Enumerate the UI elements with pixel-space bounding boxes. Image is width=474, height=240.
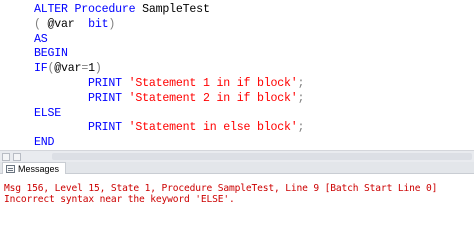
code-token: 'Statement 2 in if block' [128, 91, 298, 105]
code-line: BEGIN [34, 46, 68, 61]
code-line: END [34, 135, 54, 150]
results-tabstrip: Messages [0, 162, 474, 174]
query-editor[interactable]: ALTER Procedure SampleTest( @var bit) AS B… [0, 0, 474, 150]
error-message-line-1: Msg 156, Level 15, State 1, Procedure Sa… [4, 183, 438, 194]
code-token: 'Statement in else block' [128, 121, 298, 135]
code-token: END [34, 136, 55, 150]
code-token: IF [34, 62, 48, 76]
code-token: PRINT [34, 77, 129, 90]
code-line: ELSE [34, 106, 61, 121]
code-line: ( @var bit) [34, 17, 115, 32]
code-token: Procedure [74, 3, 143, 16]
code-token: ; [297, 77, 305, 90]
code-token: ELSE [34, 106, 62, 120]
code-token: bit [88, 17, 109, 31]
horizontal-scrollbar[interactable] [52, 153, 472, 160]
zoom-down-icon[interactable] [2, 152, 10, 161]
tab-messages-label: Messages [18, 163, 60, 174]
code-line: PRINT 'Statement 2 in if block'; [34, 91, 304, 106]
code-token: SampleTest [142, 3, 210, 16]
code-token: BEGIN [34, 47, 68, 61]
code-line: PRINT 'Statement in else block'; [34, 120, 304, 135]
code-token: ( [34, 17, 48, 31]
code-line: PRINT 'Statement 1 in if block'; [34, 76, 304, 91]
code-token: ; [297, 91, 305, 105]
code-line: ALTER Procedure SampleTest [34, 2, 210, 17]
code-token: ALTER [34, 3, 75, 16]
code-token: @var [54, 62, 82, 76]
zoom-up-icon[interactable] [13, 152, 21, 161]
code-token: 1 [88, 62, 95, 76]
code-line: AS [34, 32, 48, 47]
error-message-line-2: Incorrect syntax near the keyword 'ELSE'… [4, 194, 235, 205]
code-line: IF(@var=1) [34, 61, 102, 76]
editor-gutter [0, 0, 3, 150]
code-token: 'Statement 1 in if block' [128, 77, 298, 90]
code-token: ; [297, 121, 305, 135]
editor-status-strip [0, 150, 474, 162]
code-token: PRINT [34, 91, 129, 105]
messages-pane: Msg 156, Level 15, State 1, Procedure Sa… [0, 174, 474, 213]
code-token: @var [47, 17, 89, 31]
code-token: PRINT [34, 121, 129, 135]
tab-messages[interactable]: Messages [2, 162, 66, 174]
code-token: AS [34, 32, 48, 46]
messages-icon [6, 164, 15, 173]
code-token: ) [94, 62, 102, 76]
zoom-control[interactable] [2, 152, 48, 161]
code-token: ) [108, 17, 116, 31]
